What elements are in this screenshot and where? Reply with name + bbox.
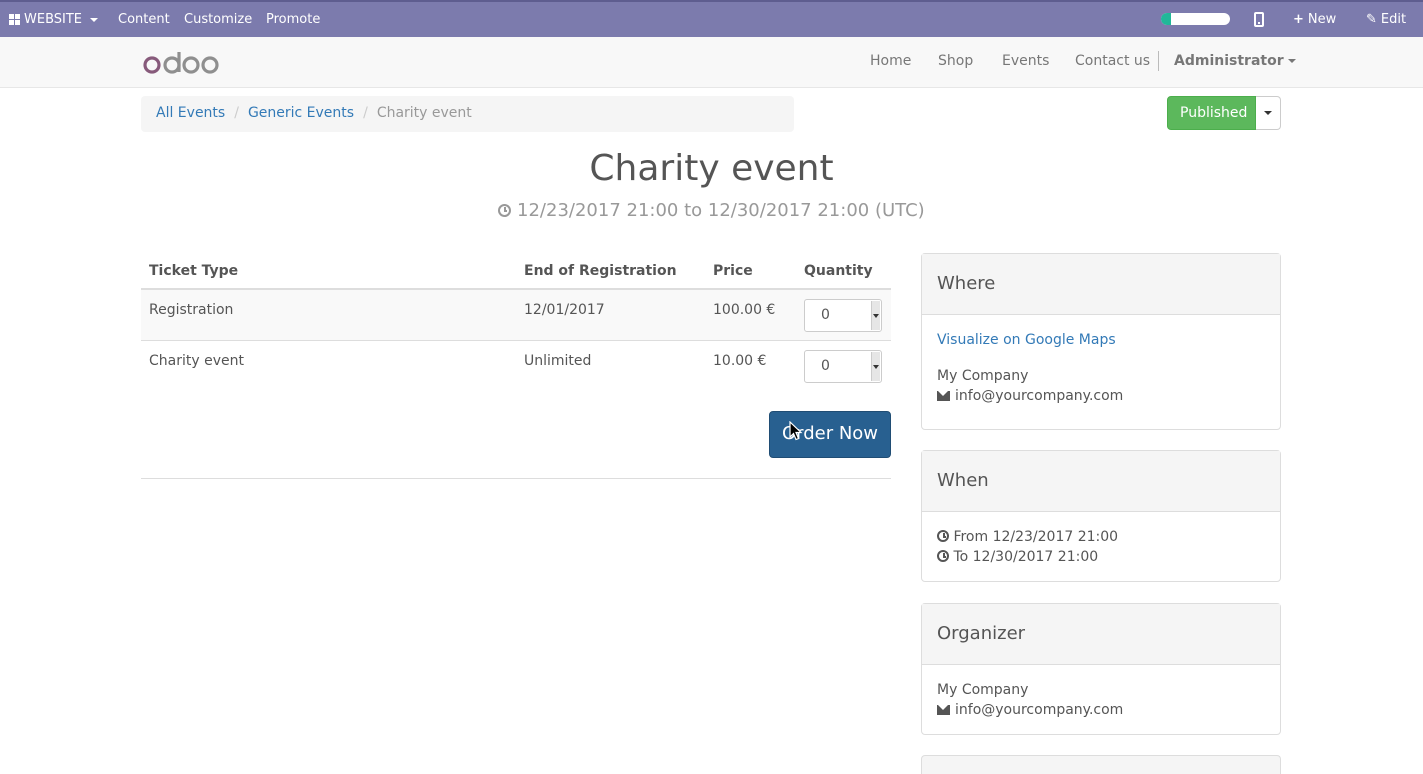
event-dates-text: 12/23/2017 21:00 to 12/30/2017 21:00 (UT…: [517, 200, 925, 221]
ticket-end: Unlimited: [524, 352, 592, 369]
ticket-price: 10.00 €: [713, 352, 767, 369]
next-panel: [921, 755, 1281, 774]
mobile-preview-icon[interactable]: [1254, 12, 1264, 27]
breadcrumb-separator: /: [234, 105, 239, 121]
when-panel-title: When: [922, 451, 1280, 512]
edit-button-label: Edit: [1380, 12, 1407, 27]
dropdown-arrow-icon: [871, 351, 880, 381]
tickets-table: Ticket Type End of Registration Price Qu…: [141, 253, 891, 391]
user-menu[interactable]: Administrator: [1174, 53, 1296, 69]
clock-icon: [937, 530, 949, 542]
quantity-select[interactable]: 0: [804, 349, 882, 383]
tickets-header-row: Ticket Type End of Registration Price Qu…: [141, 253, 891, 290]
table-row: Charity event Unlimited 10.00 € 0: [141, 340, 891, 391]
new-button[interactable]: + New: [1293, 12, 1336, 27]
organizer-panel-title: Organizer: [922, 604, 1280, 665]
admin-menu-promote[interactable]: Promote: [266, 12, 320, 27]
publish-dropdown-button[interactable]: [1256, 96, 1281, 130]
organizer-company: My Company: [937, 682, 1029, 698]
admin-bar: WEBSITE Content Customize Promote + New ✎…: [0, 0, 1423, 37]
breadcrumb-generic-events[interactable]: Generic Events: [248, 105, 354, 121]
plus-icon: +: [1293, 12, 1304, 27]
col-price: Price: [705, 253, 796, 290]
odoo-logo[interactable]: [143, 50, 219, 76]
breadcrumb-separator: /: [363, 105, 368, 121]
nav-shop[interactable]: Shop: [938, 53, 973, 69]
admin-menu-customize[interactable]: Customize: [184, 12, 252, 27]
order-now-button[interactable]: Order Now: [769, 411, 891, 458]
breadcrumb-all-events[interactable]: All Events: [156, 105, 225, 121]
when-from-row: From 12/23/2017 21:00: [937, 527, 1265, 547]
breadcrumb: All Events / Generic Events / Charity event: [141, 96, 794, 132]
event-dates: 12/23/2017 21:00 to 12/30/2017 21:00 (UT…: [0, 200, 1423, 221]
apps-grid-icon: [9, 14, 20, 25]
where-email: info@yourcompany.com: [955, 388, 1124, 404]
new-button-label: New: [1307, 12, 1337, 27]
quantity-select[interactable]: 0: [804, 299, 882, 332]
col-quantity: Quantity: [796, 253, 891, 290]
google-maps-link[interactable]: Visualize on Google Maps: [937, 332, 1116, 348]
nav-home[interactable]: Home: [870, 53, 911, 69]
progress-bar: [1161, 13, 1230, 25]
caret-down-icon: [1264, 111, 1272, 115]
when-panel-body: From 12/23/2017 21:00 To 12/30/2017 21:0…: [922, 512, 1280, 582]
organizer-email-row: info@yourcompany.com: [937, 700, 1265, 720]
when-to-row: To 12/30/2017 21:00: [937, 547, 1265, 567]
event-title: Charity event: [589, 148, 834, 189]
clock-icon: [937, 550, 949, 562]
dropdown-arrow-icon: [871, 301, 880, 330]
pencil-icon: ✎: [1366, 12, 1377, 27]
col-ticket-type: Ticket Type: [141, 253, 516, 290]
ticket-end: 12/01/2017: [516, 289, 705, 341]
nav-divider: [1158, 51, 1159, 71]
map-link-row: Visualize on Google Maps: [937, 330, 1265, 350]
caret-down-icon: [1287, 59, 1296, 63]
apps-menu[interactable]: WEBSITE: [9, 12, 98, 27]
where-panel-body: Visualize on Google Maps My Company info…: [922, 315, 1280, 421]
organizer-panel: Organizer My Company info@yourcompany.co…: [921, 603, 1281, 735]
when-from: From 12/23/2017 21:00: [953, 529, 1119, 545]
quantity-value: 0: [821, 307, 830, 323]
edit-button[interactable]: ✎ Edit: [1366, 12, 1406, 27]
envelope-icon: [937, 705, 950, 715]
admin-menu-content[interactable]: Content: [118, 12, 170, 27]
ticket-type: Registration: [141, 289, 516, 341]
where-company: My Company: [937, 368, 1029, 384]
user-menu-label: Administrator: [1174, 53, 1284, 69]
apps-menu-label: WEBSITE: [24, 12, 82, 27]
organizer-email: info@yourcompany.com: [955, 702, 1124, 718]
quantity-value: 0: [821, 357, 830, 374]
ticket-qty-cell: 0: [796, 289, 891, 341]
divider: [141, 478, 891, 479]
where-email-row: info@yourcompany.com: [937, 386, 1265, 406]
mouse-cursor-icon: [789, 421, 803, 441]
organizer-panel-body: My Company info@yourcompany.com: [922, 665, 1280, 735]
envelope-icon: [937, 391, 950, 401]
site-navbar: Home Shop Events Contact us Administrato…: [0, 37, 1423, 88]
progress-fill: [1161, 13, 1172, 25]
clock-icon: [498, 204, 512, 217]
where-panel: Where Visualize on Google Maps My Compan…: [921, 253, 1281, 430]
published-button[interactable]: Published: [1167, 96, 1256, 130]
caret-down-icon: [90, 17, 98, 22]
nav-events[interactable]: Events: [1002, 53, 1049, 69]
when-to: To 12/30/2017 21:00: [953, 549, 1099, 565]
where-panel-title: Where: [922, 254, 1280, 315]
table-row: Registration 12/01/2017 100.00 € 0: [141, 289, 891, 341]
when-panel: When From 12/23/2017 21:00 To 12/30/2017…: [921, 450, 1281, 582]
nav-contact[interactable]: Contact us: [1075, 53, 1150, 69]
col-end-registration: End of Registration: [516, 253, 705, 290]
breadcrumb-current: Charity event: [376, 105, 472, 121]
ticket-type: Charity event: [149, 352, 244, 369]
ticket-price: 100.00 €: [705, 289, 796, 341]
publish-toggle: Published: [1167, 96, 1281, 130]
ticket-qty-cell: 0: [796, 340, 891, 391]
